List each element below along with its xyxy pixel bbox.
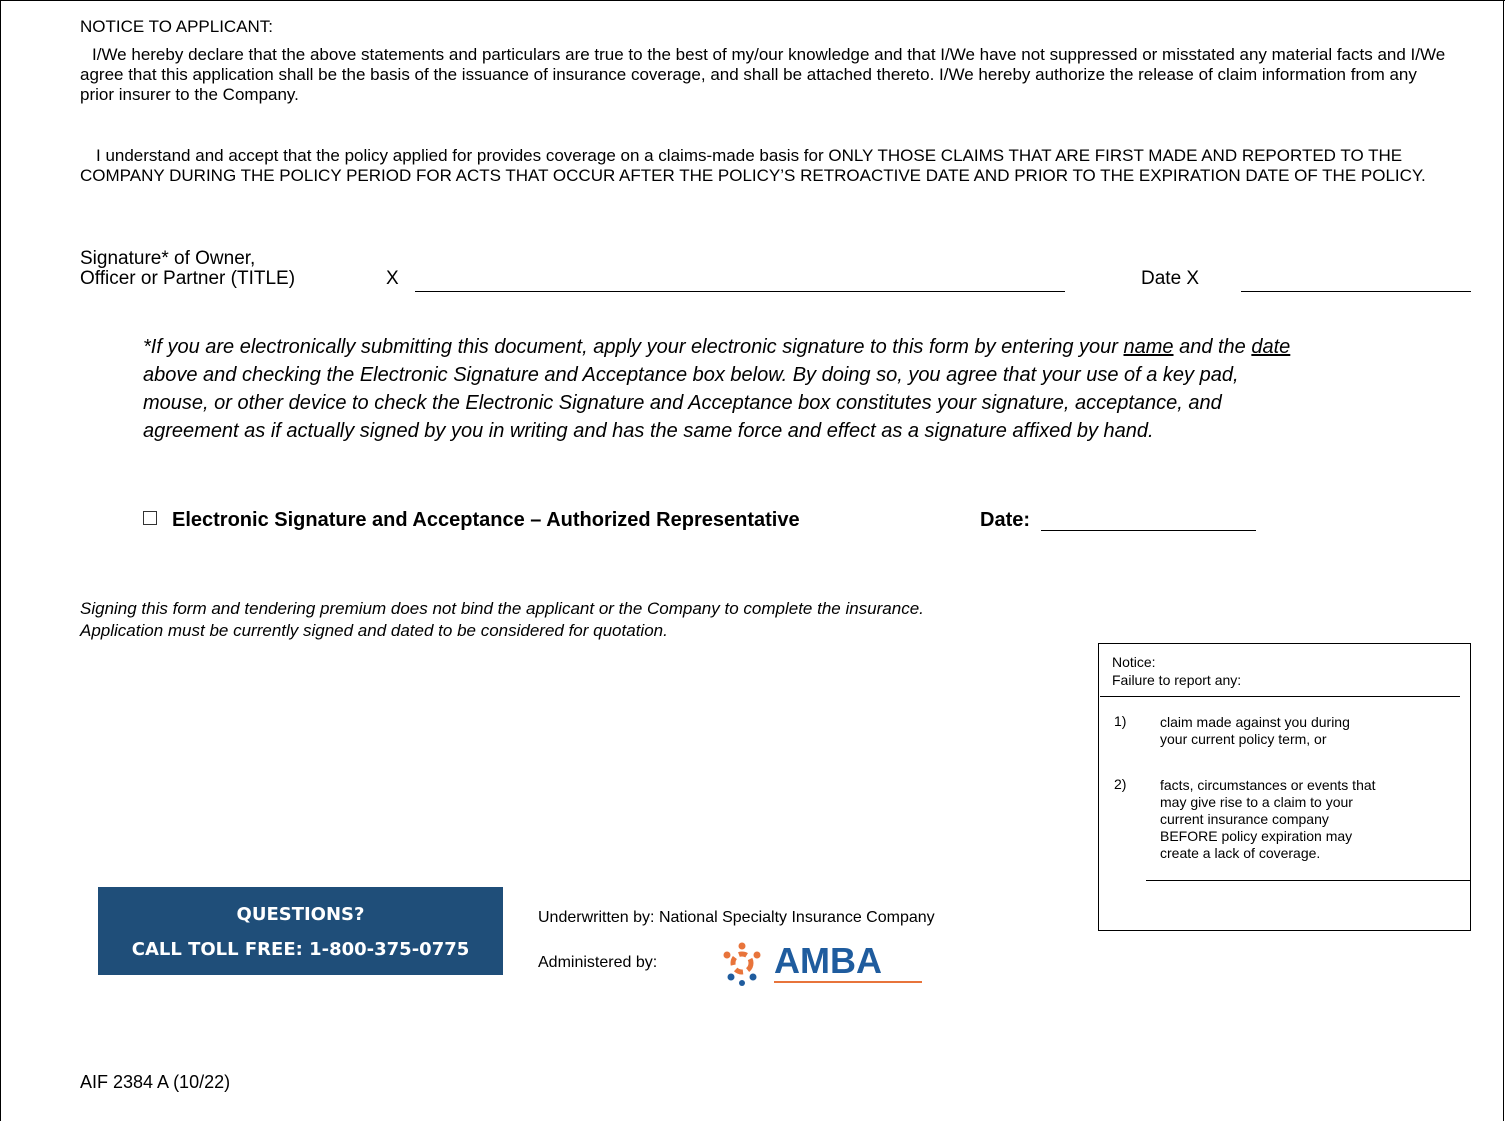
- notice-item-line: your current policy term, or: [1160, 731, 1327, 747]
- questions-banner: QUESTIONS? CALL TOLL FREE: 1-800-375-077…: [98, 887, 503, 975]
- signature-label-line1: Signature* of Owner,: [80, 248, 256, 269]
- declaration-text: I/We hereby declare that the above state…: [80, 45, 1446, 104]
- underwritten-by: Underwritten by: National Specialty Insu…: [538, 908, 935, 928]
- date-label-text: Date: [1141, 268, 1182, 289]
- esig-text-c: above and checking the Electronic Signat…: [143, 364, 1239, 442]
- notice-box-bottom-rule: [1146, 880, 1471, 881]
- notice-item-line: BEFORE policy expiration may: [1160, 828, 1353, 844]
- binding-line1: Signing this form and tendering premium …: [80, 599, 924, 618]
- notice-box-subtitle: Failure to report any:: [1112, 672, 1242, 688]
- amba-logo-underline: [774, 981, 922, 983]
- notice-box-title: Notice:: [1112, 654, 1156, 670]
- notice-item-line: current insurance company: [1160, 811, 1329, 827]
- esig-date-word: date: [1251, 336, 1291, 358]
- notice-item-number: 2): [1114, 776, 1127, 792]
- amba-logo-text: AMBA: [774, 940, 882, 981]
- claims-made-text: I understand and accept that the policy …: [80, 146, 1426, 185]
- esig-name-word: name: [1123, 336, 1174, 358]
- page-border-right: [1503, 0, 1504, 1121]
- questions-heading: QUESTIONS?: [236, 904, 365, 925]
- electronic-signature-checkbox[interactable]: [143, 511, 157, 525]
- esig-text-a: *If you are electronically submitting th…: [143, 336, 1124, 358]
- notice-item-line: claim made against you during: [1160, 714, 1350, 730]
- notice-box-divider: [1100, 696, 1460, 697]
- esig-text-b: and the: [1173, 336, 1252, 358]
- claims-made-paragraph: I understand and accept that the policy …: [80, 146, 1450, 186]
- binding-line2: Application must be currently signed and…: [80, 621, 668, 640]
- signature-label-line2: Officer or Partner (TITLE): [80, 268, 296, 289]
- underwriter-company: National Specialty Insurance Company: [658, 909, 935, 926]
- signature-field[interactable]: [415, 291, 1065, 292]
- administered-by-label: Administered by:: [538, 954, 658, 971]
- notice-item-line: create a lack of coverage.: [1160, 845, 1321, 861]
- electronic-signature-label: Electronic Signature and Acceptance – Au…: [172, 509, 800, 531]
- page-border-top: [0, 0, 1505, 1]
- form-code: AIF 2384 A (10/22): [80, 1072, 231, 1092]
- date-field[interactable]: [1241, 291, 1471, 292]
- declaration-paragraph: I/We hereby declare that the above state…: [80, 45, 1450, 105]
- notice-item-line: may give rise to a claim to your: [1160, 794, 1353, 810]
- signature-x-mark: X: [386, 268, 399, 289]
- amba-logo-icon: [723, 942, 761, 986]
- amba-logo: AMBA: [723, 940, 922, 986]
- date-x-mark: X: [1186, 268, 1200, 289]
- toll-free-number: CALL TOLL FREE: 1-800-375-0775: [131, 939, 470, 960]
- notice-item-number: 1): [1114, 713, 1127, 729]
- electronic-date-field[interactable]: [1041, 530, 1256, 531]
- binding-disclaimer: Signing this form and tendering premium …: [80, 598, 924, 642]
- page-border-left: [0, 0, 1, 1121]
- date-label: Date X: [1141, 268, 1199, 290]
- underwritten-label: Underwritten by:: [538, 909, 655, 926]
- electronic-signature-instructions: *If you are electronically submitting th…: [143, 333, 1293, 445]
- electronic-date-label: Date:: [980, 509, 1031, 531]
- notice-title: NOTICE TO APPLICANT:: [80, 17, 274, 36]
- notice-item-line: facts, circumstances or events that: [1160, 777, 1376, 793]
